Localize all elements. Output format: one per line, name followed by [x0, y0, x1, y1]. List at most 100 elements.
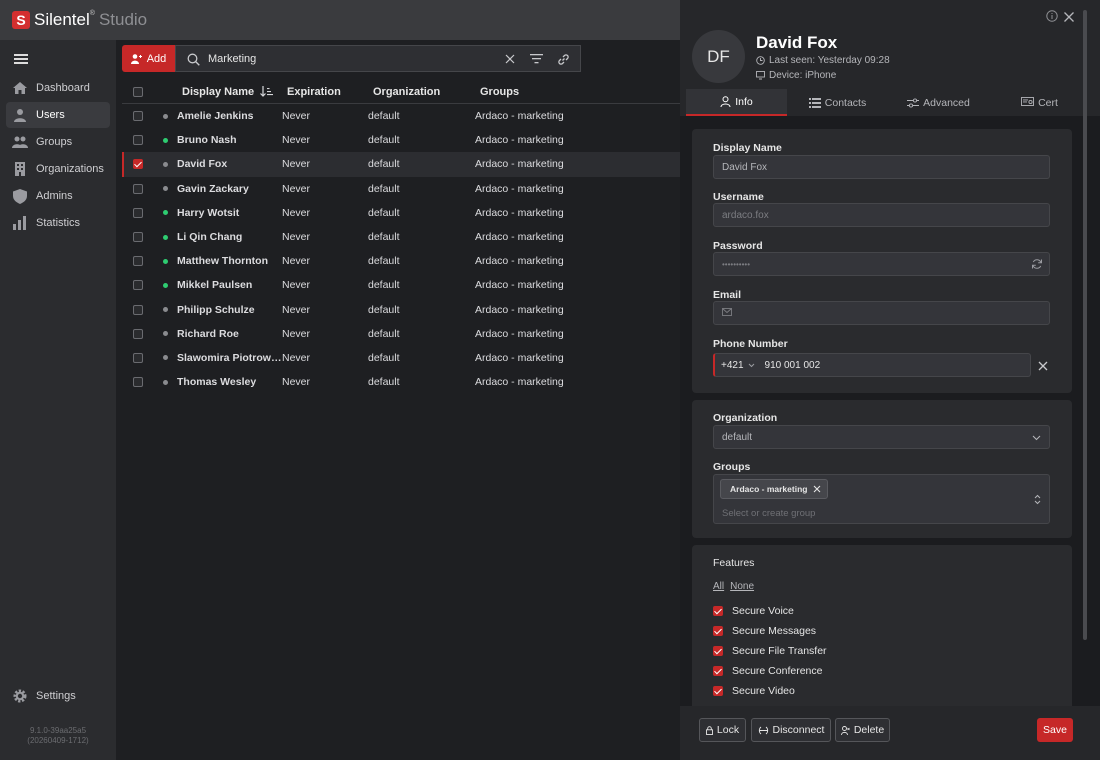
clear-phone-icon[interactable] [1038, 360, 1048, 374]
phone-field[interactable]: +421 910 001 002 [713, 353, 1031, 377]
sidebar-item-admins[interactable]: Admins [6, 183, 110, 209]
select-all-checkbox[interactable] [133, 86, 143, 97]
table-row[interactable]: Matthew Thornton Never default Ardaco - mar… [122, 249, 680, 273]
feature-item[interactable]: Secure File Transfer [713, 645, 827, 657]
select-none-link[interactable]: None [730, 581, 754, 592]
remove-chip-icon[interactable] [813, 485, 821, 493]
table-row[interactable]: Thomas Wesley Never default Ardaco - market… [122, 370, 680, 394]
delete-button[interactable]: Delete [835, 718, 890, 742]
feature-checkbox[interactable] [713, 686, 723, 696]
row-checkbox[interactable] [133, 256, 143, 267]
feature-checkbox[interactable] [713, 626, 723, 636]
status-dot [163, 186, 168, 192]
cell-name: Richard Roe [177, 327, 239, 340]
sort-asc-icon[interactable] [260, 86, 287, 97]
panel-scrollbar[interactable] [1083, 10, 1087, 640]
country-code-select[interactable]: +421 [721, 360, 755, 371]
table-row[interactable]: Richard Roe Never default Ardaco - marketin… [122, 322, 680, 346]
table-row[interactable]: Harry Wotsit Never default Ardaco - marketi… [122, 201, 680, 225]
display-name-field[interactable]: David Fox [713, 155, 1050, 179]
sidebar-item-settings[interactable]: Settings [12, 688, 76, 704]
select-all-link[interactable]: All [713, 581, 724, 592]
row-checkbox[interactable] [133, 352, 143, 363]
table-row[interactable]: Philipp Schulze Never default Ardaco - mark… [122, 298, 680, 322]
feature-item[interactable]: Secure Video [713, 685, 795, 697]
row-checkbox[interactable] [133, 135, 143, 146]
feature-item[interactable]: Secure Voice [713, 605, 794, 617]
username-value: ardaco.fox [722, 209, 769, 221]
info-icon[interactable] [1046, 10, 1058, 25]
tab-label: Cert [1038, 96, 1058, 109]
feature-checkbox[interactable] [713, 606, 723, 616]
feature-checkbox[interactable] [713, 666, 723, 676]
table-row[interactable]: Mikkel Paulsen Never default Ardaco - marke… [122, 273, 680, 297]
sidebar-item-users[interactable]: Users [6, 102, 110, 128]
tab-contacts[interactable]: Contacts [787, 89, 888, 116]
cell-organization: default [368, 134, 400, 147]
column-header-organization[interactable]: Organization [373, 86, 480, 98]
password-field[interactable]: •••••••••• [713, 252, 1050, 276]
row-checkbox[interactable] [133, 111, 143, 122]
feature-item[interactable]: Secure Messages [713, 625, 816, 637]
cell-name: Mikkel Paulsen [177, 279, 253, 292]
column-header-name[interactable]: Display Name [182, 86, 260, 98]
cell-name: Matthew Thornton [177, 255, 268, 268]
table-row[interactable]: Slawomira Piotrows... Never default Ardaco … [122, 346, 680, 370]
status-dot [163, 331, 168, 337]
organization-select[interactable]: default [713, 425, 1050, 449]
cell-organization: default [368, 303, 400, 316]
email-field[interactable] [713, 301, 1050, 325]
delete-label: Delete [853, 724, 885, 736]
tab-label: Contacts [824, 96, 867, 109]
building-icon [12, 161, 28, 177]
username-field[interactable]: ardaco.fox [713, 203, 1050, 227]
row-checkbox[interactable] [133, 328, 143, 339]
save-label: Save [1043, 724, 1067, 736]
table-row[interactable]: Li Qin Chang Never default Ardaco - marketi… [122, 225, 680, 249]
row-checkbox[interactable] [133, 183, 143, 194]
refresh-icon[interactable] [1031, 258, 1043, 272]
username-label: Username [713, 191, 764, 203]
last-seen: Last seen: Yesterday 09:28 [756, 55, 890, 66]
menu-icon[interactable] [14, 54, 28, 64]
clear-search-icon[interactable] [502, 51, 518, 67]
row-checkbox[interactable] [133, 304, 143, 315]
country-code: +421 [721, 359, 744, 371]
tab-advanced[interactable]: Advanced [888, 89, 989, 116]
disconnect-button[interactable]: Disconnect [751, 718, 831, 742]
table-row[interactable]: David Fox Never default Ardaco - marketing [122, 152, 680, 177]
save-button[interactable]: Save [1037, 718, 1073, 742]
cell-groups: Ardaco - marketing [475, 255, 564, 268]
row-checkbox[interactable] [133, 377, 143, 388]
cell-name: Li Qin Chang [177, 231, 243, 244]
user-outline-icon [720, 96, 731, 107]
column-header-groups[interactable]: Groups [480, 86, 630, 98]
cell-name: Gavin Zackary [177, 182, 249, 195]
sidebar-item-organizations[interactable]: Organizations [6, 156, 110, 182]
row-checkbox[interactable] [133, 280, 143, 291]
table-row[interactable]: Bruno Nash Never default Ardaco - marketing [122, 128, 680, 152]
row-checkbox[interactable] [133, 159, 143, 170]
search-input[interactable] [208, 52, 498, 65]
groups-select[interactable]: Ardaco - marketing Select or create grou… [713, 474, 1050, 524]
filter-icon[interactable] [528, 51, 544, 67]
phone-label: Phone Number [713, 338, 788, 350]
sidebar-item-dashboard[interactable]: Dashboard [6, 75, 110, 101]
feature-checkbox[interactable] [713, 646, 723, 656]
feature-item[interactable]: Secure Conference [713, 665, 822, 677]
tab-info[interactable]: Info [686, 89, 787, 116]
close-icon[interactable] [1064, 11, 1074, 25]
row-checkbox[interactable] [133, 207, 143, 218]
sidebar-item-statistics[interactable]: Statistics [6, 210, 110, 236]
lock-button[interactable]: Lock [699, 718, 746, 742]
sidebar-item-groups[interactable]: Groups [6, 129, 110, 155]
tab-cert[interactable]: Cert [989, 89, 1090, 116]
row-checkbox[interactable] [133, 232, 143, 243]
link-icon[interactable] [555, 51, 571, 67]
bar-chart-icon [12, 215, 28, 231]
table-row[interactable]: Gavin Zackary Never default Ardaco - market… [122, 177, 680, 201]
add-user-button[interactable]: Add [122, 45, 175, 72]
table-row[interactable]: Amelie Jenkins Never default Ardaco - marke… [122, 104, 680, 128]
cell-groups: Ardaco - marketing [475, 206, 564, 219]
column-header-expiration[interactable]: Expiration [287, 86, 373, 98]
